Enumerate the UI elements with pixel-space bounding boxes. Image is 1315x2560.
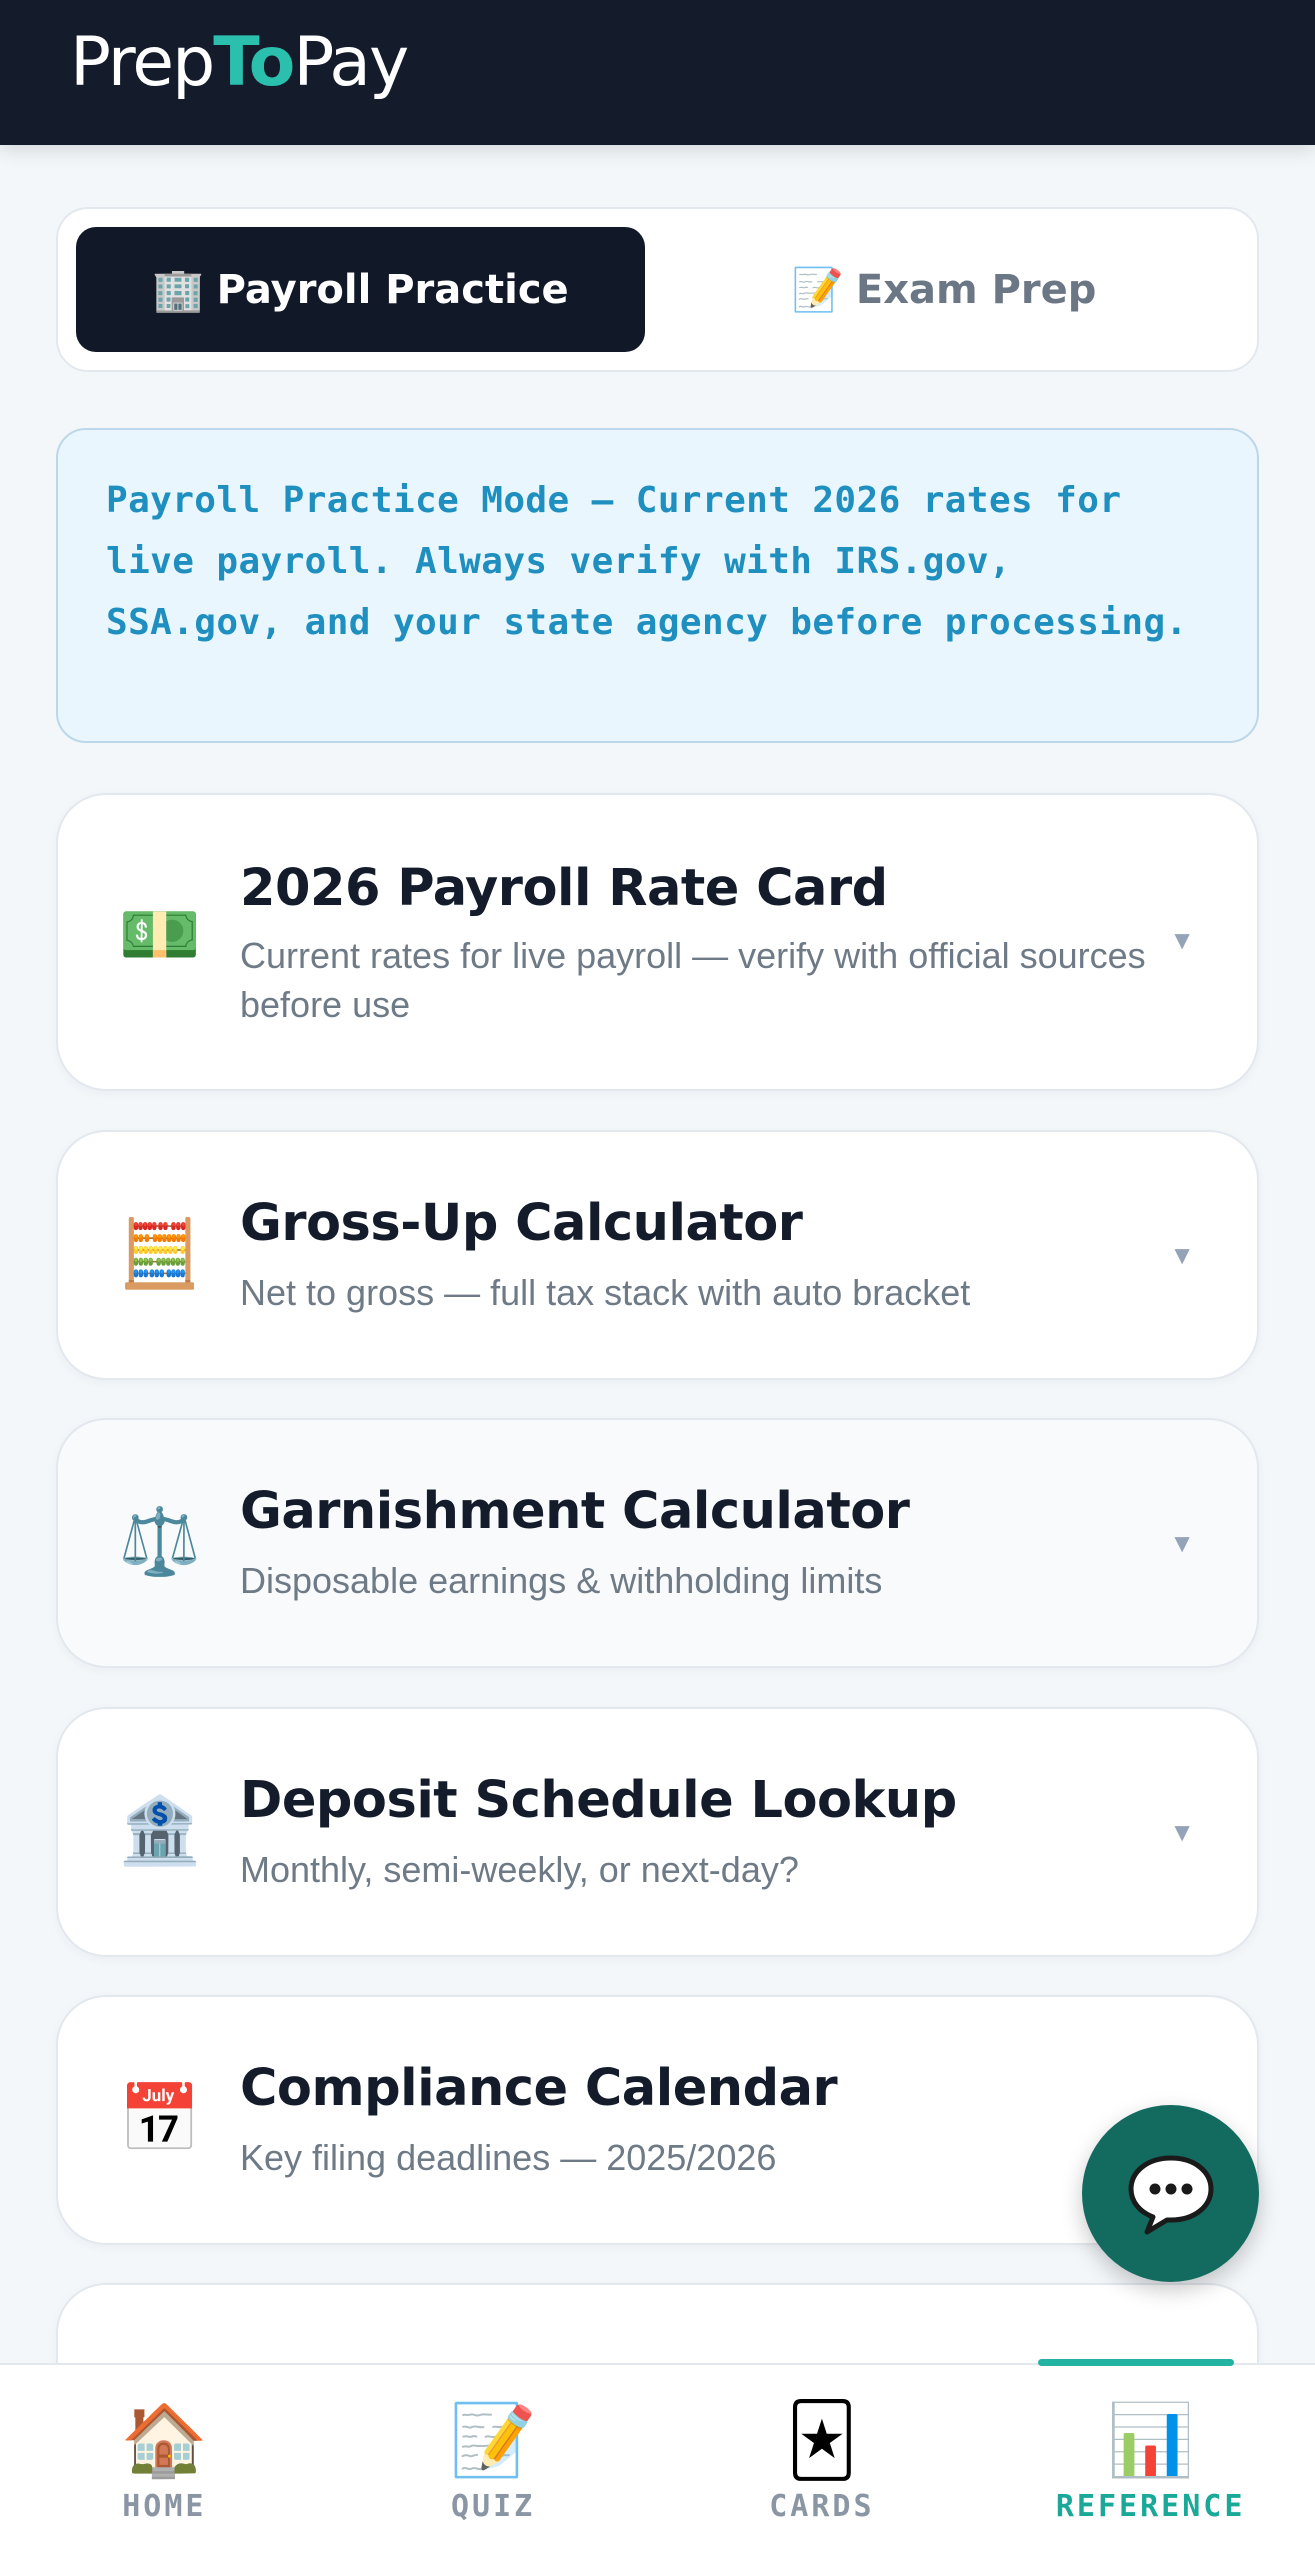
practice-mode-notice: Payroll Practice Mode — Current 2026 rat…: [56, 428, 1259, 743]
balance-scale-icon: ⚖️: [118, 1504, 202, 1578]
chevron-down-icon[interactable]: ▼: [1169, 1528, 1195, 1559]
chat-button[interactable]: [1082, 2105, 1259, 2282]
house-icon: 🏠: [120, 2401, 208, 2479]
logo-prefix: Prep: [70, 23, 215, 102]
active-tab-indicator: [1038, 2359, 1235, 2366]
abacus-icon: 🧮: [118, 1216, 202, 1290]
chevron-down-icon[interactable]: ▼: [1169, 1817, 1195, 1848]
garnishment-calculator-card[interactable]: ⚖️ Garnishment Calculator Disposable ear…: [56, 1418, 1259, 1668]
card-title: 2026 Payroll Rate Card: [240, 859, 888, 918]
bank-icon: 🏦: [118, 1793, 202, 1867]
chevron-down-icon[interactable]: ▼: [1169, 1240, 1195, 1271]
deposit-schedule-lookup-card[interactable]: 🏦 Deposit Schedule Lookup Monthly, semi-…: [56, 1707, 1259, 1957]
dollar-bill-icon: 💵: [118, 897, 202, 971]
nav-quiz[interactable]: 📝 QUIZ: [329, 2365, 658, 2560]
notice-text: Payroll Practice Mode — Current 2026 rat…: [106, 480, 1188, 643]
nav-home[interactable]: 🏠 HOME: [0, 2365, 329, 2560]
mode-toggle: 🏢 Payroll Practice 📝 Exam Prep: [56, 207, 1259, 372]
nav-label: CARDS: [769, 2489, 875, 2524]
memo-icon: 📝: [449, 2401, 537, 2479]
nav-label: QUIZ: [451, 2489, 536, 2524]
logo-suffix: Pay: [293, 23, 409, 102]
bottom-nav: 🏠 HOME 📝 QUIZ 🃏 CARDS 📊 REFERENCE: [0, 2359, 1315, 2560]
card-subtitle: Disposable earnings & withholding limits: [240, 1560, 883, 1601]
card-title: Deposit Schedule Lookup: [240, 1771, 957, 1830]
card-subtitle: Monthly, semi-weekly, or next-day?: [240, 1849, 799, 1890]
joker-card-icon: 🃏: [786, 2401, 858, 2479]
nav-label: HOME: [122, 2489, 207, 2524]
memo-icon: 📝: [791, 264, 844, 314]
card-subtitle: Net to gross — full tax stack with auto …: [240, 1272, 971, 1313]
payroll-rate-card-card[interactable]: 💵 2026 Payroll Rate Card Current rates f…: [56, 793, 1259, 1091]
nav-label: REFERENCE: [1055, 2489, 1246, 2524]
speech-bubble-icon: [1128, 2155, 1213, 2234]
payroll-practice-tab[interactable]: 🏢 Payroll Practice: [76, 227, 645, 352]
nav-reference[interactable]: 📊 REFERENCE: [986, 2359, 1315, 2560]
nav-cards[interactable]: 🃏 CARDS: [658, 2365, 987, 2560]
payroll-practice-label: Payroll Practice: [216, 266, 569, 313]
exam-prep-label: Exam Prep: [855, 266, 1097, 313]
compliance-calendar-card[interactable]: 📅 Compliance Calendar Key filing deadlin…: [56, 1995, 1259, 2245]
card-title: Compliance Calendar: [240, 2059, 838, 2118]
card-title: Gross-Up Calculator: [240, 1194, 803, 1253]
exam-prep-tab[interactable]: 📝 Exam Prep: [645, 227, 1243, 352]
bar-chart-icon: 📊: [1107, 2401, 1195, 2479]
app-header: PrepToPay: [0, 0, 1315, 145]
calendar-icon: 📅: [118, 2081, 202, 2155]
office-building-icon: 🏢: [152, 264, 205, 314]
gross-up-calculator-card[interactable]: 🧮 Gross-Up Calculator Net to gross — ful…: [56, 1130, 1259, 1380]
chevron-down-icon[interactable]: ▼: [1169, 925, 1195, 956]
card-subtitle: Current rates for live payroll — verify …: [240, 935, 1146, 1025]
app-logo[interactable]: PrepToPay: [70, 18, 409, 108]
logo-accent: To: [213, 23, 295, 102]
card-subtitle: Key filing deadlines — 2025/2026: [240, 2137, 777, 2178]
card-title: Garnishment Calculator: [240, 1482, 910, 1541]
